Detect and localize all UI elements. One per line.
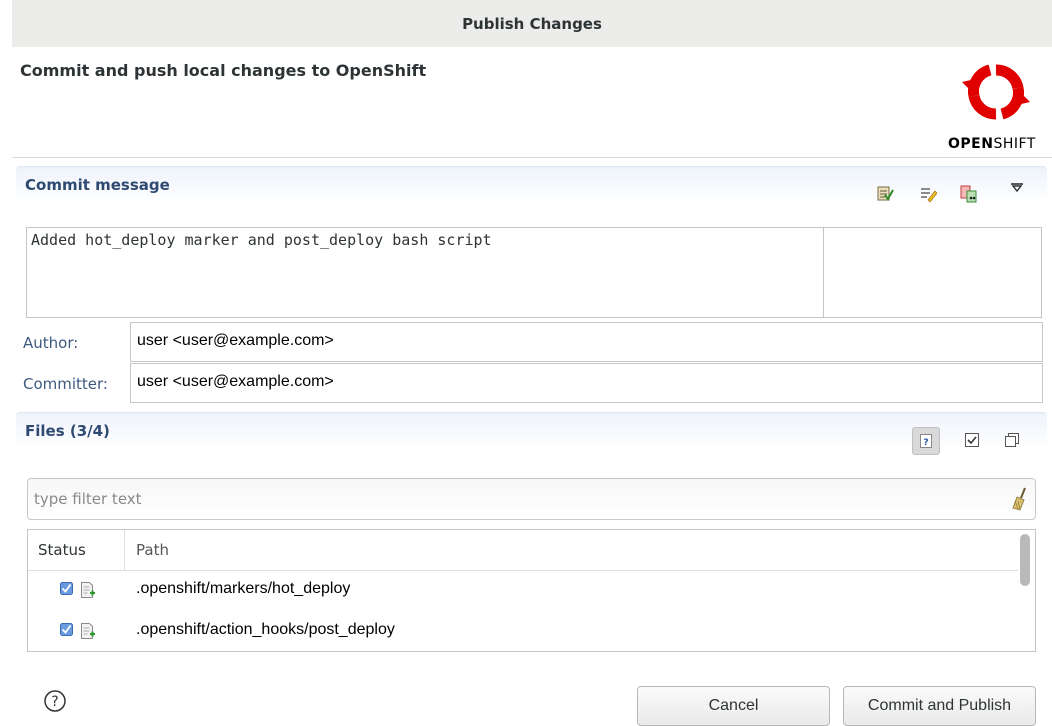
committer-label: Committer: bbox=[23, 375, 108, 393]
row-checkbox[interactable] bbox=[60, 582, 73, 595]
filter-box bbox=[27, 478, 1036, 520]
row-checkbox[interactable] bbox=[60, 623, 73, 636]
show-untracked-button[interactable]: ? bbox=[912, 427, 940, 455]
dialog-description: Commit and push local changes to OpenShi… bbox=[20, 61, 427, 80]
committer-field[interactable]: user <user@example.com> bbox=[130, 363, 1043, 403]
commit-message-editor[interactable]: Added hot_deploy marker and post_deploy … bbox=[26, 227, 1042, 318]
commit-message-section-header: Commit message bbox=[16, 166, 1047, 204]
added-file-icon bbox=[81, 582, 95, 598]
signed-off-icon[interactable] bbox=[919, 185, 937, 203]
svg-text:?: ? bbox=[923, 438, 928, 448]
table-header: Status Path bbox=[28, 530, 1018, 571]
author-value[interactable]: user <user@example.com> bbox=[137, 332, 334, 350]
file-path: .openshift/markers/hot_deploy bbox=[136, 580, 351, 597]
commit-message-text[interactable]: Added hot_deploy marker and post_deploy … bbox=[31, 231, 492, 249]
header-divider bbox=[12, 157, 1052, 158]
files-table: Status Path .openshift/markers/hot_deplo… bbox=[27, 529, 1036, 652]
window-title: Publish Changes bbox=[462, 14, 602, 33]
logo-text-light: SHIFT bbox=[993, 136, 1036, 152]
cancel-button[interactable]: Cancel bbox=[637, 686, 830, 726]
author-field[interactable]: user <user@example.com> bbox=[130, 322, 1043, 362]
broom-clear-icon[interactable] bbox=[1011, 487, 1029, 511]
logo-text-bold: OPEN bbox=[948, 136, 994, 152]
commit-and-publish-button[interactable]: Commit and Publish bbox=[843, 686, 1036, 726]
table-row[interactable]: .openshift/markers/hot_deploy bbox=[28, 570, 1018, 611]
files-title: Files (3/4) bbox=[25, 422, 110, 440]
added-file-icon bbox=[81, 623, 95, 639]
table-row[interactable]: .openshift/action_hooks/post_deploy bbox=[28, 611, 1018, 651]
column-divider[interactable] bbox=[124, 530, 125, 570]
help-icon[interactable]: ? bbox=[44, 690, 66, 712]
commit-message-title: Commit message bbox=[25, 176, 170, 194]
spell-check-icon[interactable] bbox=[876, 185, 894, 203]
author-label: Author: bbox=[23, 334, 79, 352]
filter-input[interactable] bbox=[28, 479, 1000, 519]
files-section-header: Files (3/4) ? bbox=[16, 412, 1047, 455]
check-all-icon[interactable] bbox=[965, 433, 979, 447]
column-header-status[interactable]: Status bbox=[38, 541, 86, 559]
vertical-scrollbar[interactable] bbox=[1020, 534, 1030, 586]
svg-text:?: ? bbox=[51, 694, 58, 710]
show-untracked-icon: ? bbox=[920, 434, 932, 448]
compare-icon[interactable] bbox=[960, 185, 978, 203]
title-bar: Publish Changes bbox=[12, 0, 1052, 47]
committer-value[interactable]: user <user@example.com> bbox=[137, 373, 334, 391]
uncheck-all-icon[interactable] bbox=[1005, 433, 1019, 447]
logo-text: OPENSHIFT bbox=[948, 136, 1036, 152]
view-menu-icon[interactable] bbox=[1010, 181, 1024, 193]
file-path: .openshift/action_hooks/post_deploy bbox=[136, 621, 395, 638]
margin-ruler bbox=[823, 228, 824, 317]
column-header-path[interactable]: Path bbox=[136, 541, 169, 559]
